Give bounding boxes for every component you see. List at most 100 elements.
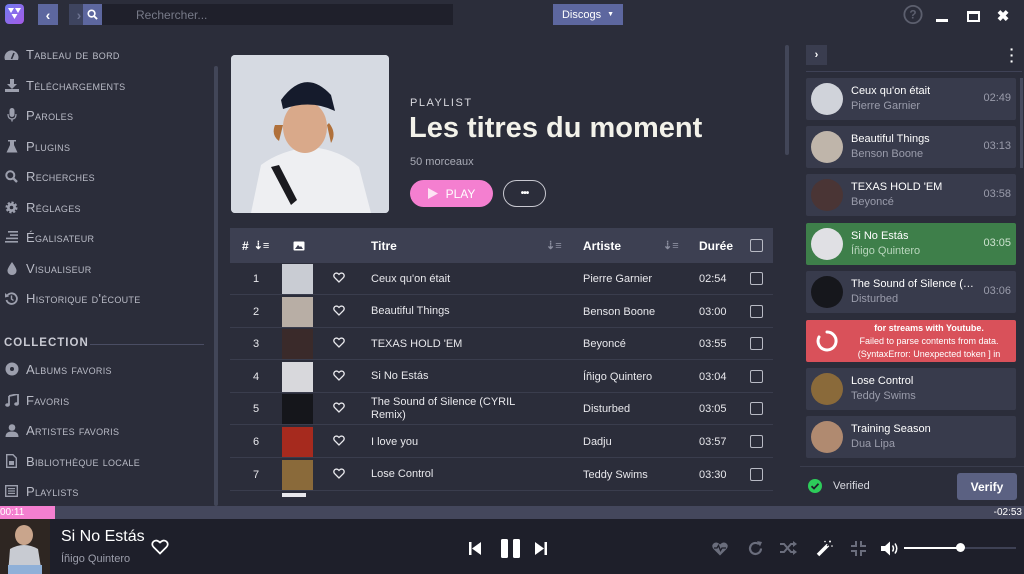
search-input[interactable] <box>102 4 453 25</box>
more-icon: ••• <box>520 188 529 199</box>
playlist-title: Les titres du moment <box>409 112 703 144</box>
track-row[interactable]: 6 I love you Dadju 03:57 <box>230 426 773 458</box>
previous-button[interactable] <box>468 539 482 557</box>
sidebar-item-artistes-favoris[interactable]: Artistes favoris <box>4 420 119 440</box>
track-row[interactable]: 7 Lose Control Teddy Swims 03:30 <box>230 459 773 491</box>
mute-button[interactable] <box>880 539 900 557</box>
track-select-checkbox[interactable] <box>750 402 763 416</box>
play-playlist-button[interactable]: PLAY <box>410 180 493 207</box>
like-track-button[interactable] <box>333 263 345 295</box>
sort-artist-icon[interactable]: ⇣≡ <box>663 228 679 263</box>
sort-title-icon[interactable]: ⇣≡ <box>546 228 562 263</box>
queue-menu-button[interactable]: · · · <box>1008 42 1016 68</box>
sidebar-item-label: Égalisateur <box>26 229 95 245</box>
sidebar-item-telechargements[interactable]: Téléchargements <box>4 75 125 95</box>
equalizer-icon <box>4 230 19 245</box>
collapse-queue-button[interactable]: › <box>806 45 827 65</box>
repeat-button[interactable] <box>745 538 765 558</box>
minimize-button[interactable] <box>932 6 952 26</box>
header-artist[interactable]: Artiste <box>583 228 621 263</box>
header-duration[interactable]: Durée <box>699 228 733 263</box>
track-artist[interactable]: Teddy Swims <box>583 459 648 491</box>
sidebar-item-historique-d-ecoute[interactable]: Historique d'écoute <box>4 288 141 308</box>
now-playing-artist[interactable]: Íñigo Quintero <box>61 553 130 565</box>
back-button[interactable]: ‹ <box>38 4 58 25</box>
maximize-button[interactable] <box>963 6 983 26</box>
track-number: 7 <box>252 468 260 481</box>
gear-icon <box>4 200 19 215</box>
track-select-checkbox[interactable] <box>750 467 763 481</box>
track-row[interactable]: 2 Beautiful Things Benson Boone 03:00 <box>230 296 773 328</box>
error-line-3: (SyntaxError: Unexpected token ] in <box>857 349 1001 359</box>
track-duration: 03:57 <box>699 436 727 448</box>
sidebar-item-bibliotheque-locale[interactable]: Bibliothèque locale <box>4 451 140 471</box>
track-artist[interactable]: Dadju <box>583 426 612 458</box>
header-number-label: # <box>242 238 249 253</box>
select-all-checkbox[interactable] <box>750 228 763 263</box>
volume-slider[interactable] <box>904 543 1016 552</box>
sidebar-item-plugins[interactable]: Plugins <box>4 136 70 156</box>
volume-handle[interactable] <box>956 543 965 552</box>
track-count: 50 morceaux <box>410 156 474 168</box>
track-row[interactable]: 5 The Sound of Silence (CYRIL Remix) Dis… <box>230 393 773 426</box>
header-title[interactable]: Titre <box>371 228 397 263</box>
track-select-checkbox[interactable] <box>750 435 763 448</box>
source-select[interactable]: Discogs ▼ <box>553 4 623 25</box>
pause-button[interactable] <box>499 537 523 559</box>
sidebar-item-paroles[interactable]: Paroles <box>4 105 73 125</box>
track-select-checkbox[interactable] <box>750 369 763 383</box>
like-track-button[interactable] <box>333 361 345 393</box>
sidebar-item-albums-favoris[interactable]: Albums favoris <box>4 359 112 379</box>
queue-item[interactable]: TEXAS HOLD 'EM Beyoncé 03:58 <box>806 174 1016 216</box>
track-artist[interactable]: Beyoncé <box>583 328 626 360</box>
magic-button[interactable] <box>814 538 834 558</box>
more-options-button[interactable]: ••• <box>503 180 546 207</box>
sidebar-item-reglages[interactable]: Réglages <box>4 197 81 217</box>
queue-item[interactable]: Training Season Dua Lipa <box>806 416 1016 458</box>
health-button[interactable] <box>710 539 730 557</box>
sidebar-item-tableau-de-bord[interactable]: Tableau de bord <box>4 44 120 64</box>
like-track-button[interactable] <box>333 393 345 425</box>
playlist-cover <box>231 55 389 213</box>
disc-icon <box>4 362 19 377</box>
next-button[interactable] <box>534 539 548 557</box>
queue-item[interactable]: Lose Control Teddy Swims <box>806 368 1016 410</box>
main-scrollbar[interactable] <box>785 45 789 155</box>
sidebar-item-playlists[interactable]: Playlists <box>4 481 79 501</box>
search-button[interactable] <box>83 4 102 25</box>
queue-item-title: Beautiful Things <box>851 133 930 145</box>
close-button[interactable]: ✖ <box>993 6 1013 26</box>
like-track-button[interactable] <box>333 328 345 360</box>
sidebar-item-favoris[interactable]: Favoris <box>4 390 69 410</box>
source-select-value: Discogs <box>561 8 602 21</box>
sidebar-item-egalisateur[interactable]: Égalisateur <box>4 227 94 247</box>
shuffle-button[interactable] <box>778 539 798 557</box>
track-artist[interactable]: Benson Boone <box>583 296 655 328</box>
track-select-checkbox[interactable] <box>750 272 763 285</box>
favorite-track-button[interactable] <box>151 539 169 560</box>
track-row[interactable]: 3 TEXAS HOLD 'EM Beyoncé 03:55 <box>230 328 773 361</box>
sidebar-scrollbar[interactable] <box>214 66 218 506</box>
playback-progress-bar[interactable]: 00:11 -02:53 <box>0 506 1024 519</box>
like-track-button[interactable] <box>333 459 345 491</box>
sidebar-item-recherches[interactable]: Recherches <box>4 166 95 186</box>
track-row[interactable]: 1 Ceux qu'on était Pierre Garnier 02:54 <box>230 263 773 295</box>
queue-item-current[interactable]: Si No Estás Íñigo Quintero 03:05 <box>806 223 1016 265</box>
track-row[interactable]: 4 Si No Estás Íñigo Quintero 03:04 <box>230 361 773 393</box>
queue-item[interactable]: The Sound of Silence (CYRIL Remix) Distu… <box>806 271 1016 313</box>
sidebar-item-visualiseur[interactable]: Visualiseur <box>4 258 92 278</box>
track-select-checkbox[interactable] <box>750 337 763 351</box>
queue-item[interactable]: Ceux qu'on était Pierre Garnier 02:49 <box>806 78 1016 120</box>
help-button[interactable]: ? <box>903 4 923 24</box>
verify-button[interactable]: Verify <box>957 473 1017 500</box>
track-select-checkbox[interactable] <box>750 304 763 318</box>
compact-mode-button[interactable] <box>849 539 867 557</box>
like-track-button[interactable] <box>333 426 345 458</box>
queue-scrollbar[interactable] <box>1020 78 1023 168</box>
track-artist[interactable]: Disturbed <box>583 393 630 425</box>
track-artist[interactable]: Íñigo Quintero <box>583 361 652 393</box>
queue-item[interactable]: Beautiful Things Benson Boone 03:13 <box>806 126 1016 168</box>
track-artist[interactable]: Pierre Garnier <box>583 263 652 295</box>
header-number[interactable]: # ⇣≡ <box>242 228 269 263</box>
like-track-button[interactable] <box>333 296 345 328</box>
